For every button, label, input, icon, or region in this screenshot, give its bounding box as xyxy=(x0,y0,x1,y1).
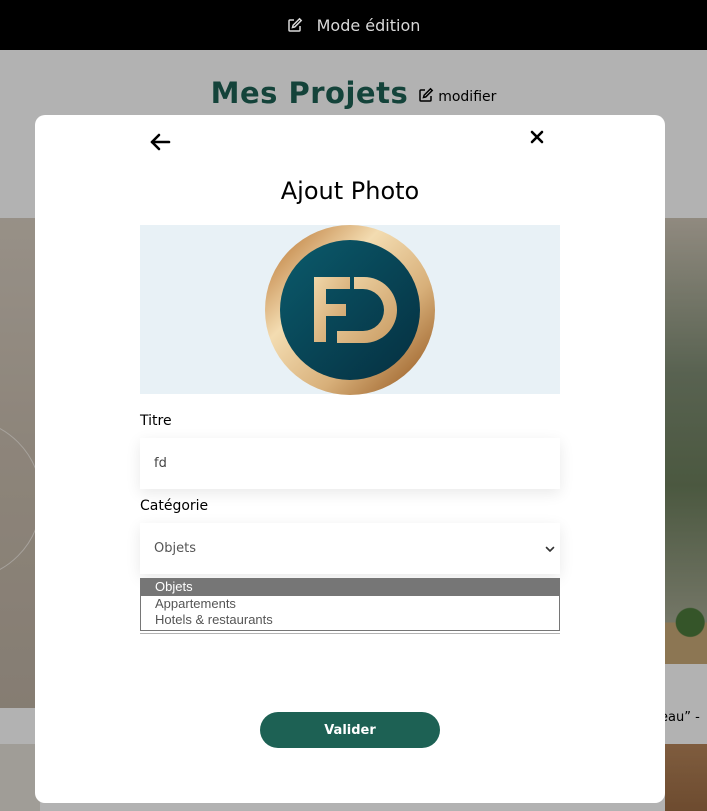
edit-mode-label: Mode édition xyxy=(316,15,421,35)
category-option-hotels-restaurants[interactable]: Hotels & restaurants xyxy=(141,612,559,629)
category-dropdown: Objets Appartements Hotels & restaurants xyxy=(140,578,560,631)
title-field-label: Titre xyxy=(140,413,172,429)
modal-title: Ajout Photo xyxy=(280,177,420,205)
edit-icon xyxy=(287,17,303,33)
arrow-left-icon[interactable] xyxy=(148,130,172,154)
title-input[interactable] xyxy=(140,438,560,489)
fd-logo-image xyxy=(265,224,435,395)
category-option-appartements[interactable]: Appartements xyxy=(141,596,559,613)
category-select[interactable]: Objets xyxy=(140,523,560,574)
category-select-value: Objets xyxy=(154,541,196,556)
form-divider xyxy=(140,633,560,634)
submit-button[interactable]: Valider xyxy=(260,712,440,748)
add-photo-modal: Ajout Photo Titre fd Catégorie Objets Ob… xyxy=(35,115,665,803)
close-icon[interactable] xyxy=(528,128,546,146)
category-option-objets[interactable]: Objets xyxy=(141,579,559,596)
chevron-down-icon xyxy=(544,543,556,555)
photo-preview[interactable] xyxy=(140,224,560,395)
edit-mode-bar: Mode édition xyxy=(0,0,707,50)
category-field-label: Catégorie xyxy=(140,498,209,514)
